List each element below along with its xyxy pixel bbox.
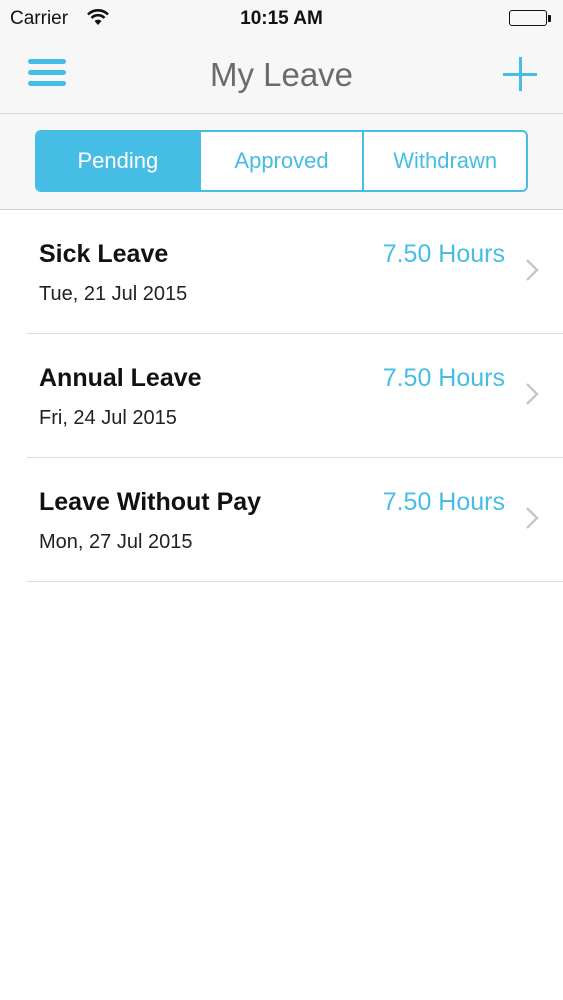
- tab-withdrawn[interactable]: Withdrawn: [362, 132, 526, 190]
- page-title: My Leave: [209, 56, 354, 93]
- leave-date: Mon, 27 Jul 2015: [39, 531, 193, 553]
- clock: 10:15 AM: [240, 8, 323, 29]
- tab-pending[interactable]: Pending: [37, 132, 199, 190]
- tab-approved[interactable]: Approved: [198, 132, 363, 190]
- leave-hours: 7.50 Hours: [382, 364, 505, 392]
- navigation-bar: My Leave: [0, 40, 563, 114]
- chevron-right-icon: [526, 259, 539, 281]
- chevron-right-icon: [526, 507, 539, 529]
- leave-date: Tue, 21 Jul 2015: [39, 283, 188, 305]
- status-bar: Carrier 10:15 AM: [0, 0, 563, 40]
- leave-date: Fri, 24 Jul 2015: [39, 407, 177, 429]
- add-leave-plus-icon[interactable]: [503, 57, 537, 91]
- leave-type: Leave Without Pay: [39, 488, 262, 516]
- leave-type: Annual Leave: [39, 364, 202, 392]
- leave-hours: 7.50 Hours: [382, 488, 505, 516]
- chevron-right-icon: [526, 383, 539, 405]
- leave-status-segmented-control: Pending Approved Withdrawn: [35, 130, 528, 192]
- leave-hours: 7.50 Hours: [382, 240, 505, 268]
- leave-list-item[interactable]: Annual Leave Fri, 24 Jul 2015 7.50 Hours: [27, 334, 563, 458]
- battery-icon: [509, 10, 553, 28]
- leave-list: Sick Leave Tue, 21 Jul 2015 7.50 Hours A…: [0, 210, 563, 582]
- hamburger-menu-icon[interactable]: [28, 59, 68, 87]
- filter-area: Pending Approved Withdrawn: [0, 114, 563, 210]
- leave-type: Sick Leave: [39, 240, 169, 268]
- leave-list-item[interactable]: Leave Without Pay Mon, 27 Jul 2015 7.50 …: [27, 458, 563, 582]
- leave-list-item[interactable]: Sick Leave Tue, 21 Jul 2015 7.50 Hours: [27, 210, 563, 334]
